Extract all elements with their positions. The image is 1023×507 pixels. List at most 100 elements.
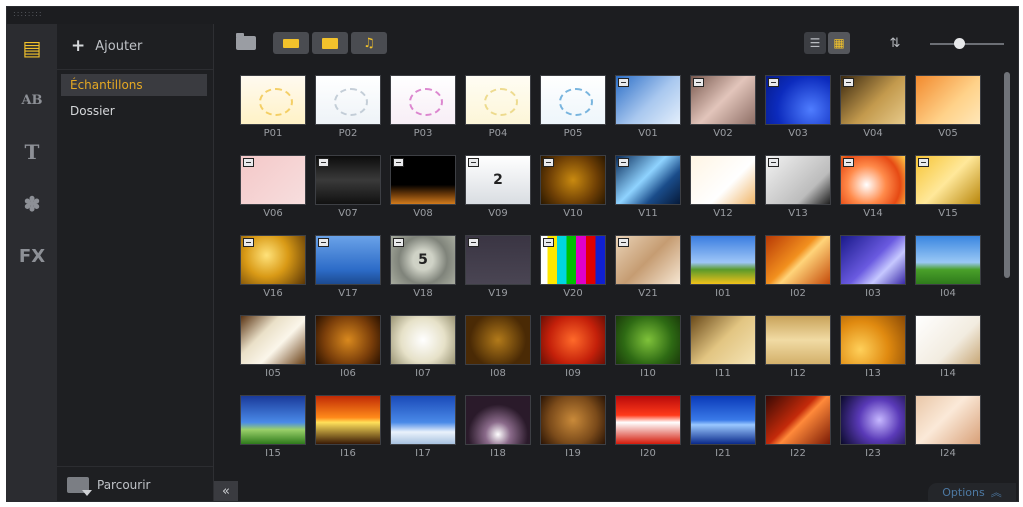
media-thumbnail[interactable]: V14 <box>840 155 906 229</box>
thumbnail-label: V09 <box>488 208 508 219</box>
options-button[interactable]: Options ︽ <box>928 483 1016 501</box>
media-thumbnail[interactable]: P02 <box>315 75 381 149</box>
media-thumbnail[interactable]: I23 <box>840 395 906 469</box>
media-thumbnail[interactable]: V11 <box>615 155 681 229</box>
media-library-icon[interactable]: ▤ <box>16 32 48 64</box>
thumbnail-image <box>690 395 756 445</box>
media-thumbnail[interactable]: I16 <box>315 395 381 469</box>
media-thumbnail[interactable]: I20 <box>615 395 681 469</box>
media-thumbnail[interactable]: I05 <box>240 315 306 389</box>
browse-button[interactable]: Parcourir <box>67 477 150 496</box>
media-thumbnail[interactable]: I18 <box>465 395 531 469</box>
thumbnail-image <box>615 155 681 205</box>
music-icon: ♫ <box>363 35 375 51</box>
video-clip-icon <box>543 158 554 167</box>
media-thumbnail[interactable]: I03 <box>840 235 906 309</box>
thumbnail-label: I18 <box>490 448 506 459</box>
media-thumbnail[interactable]: P01 <box>240 75 306 149</box>
expand-up-icon: ︽ <box>990 486 1002 499</box>
thumbnail-image <box>240 235 306 285</box>
thumbnail-image <box>765 315 831 365</box>
show-video-button[interactable] <box>273 32 309 54</box>
media-thumbnail[interactable]: I13 <box>840 315 906 389</box>
media-thumbnail[interactable]: P05 <box>540 75 606 149</box>
library-item-dossier[interactable]: Dossier <box>61 100 207 122</box>
media-thumbnail[interactable]: I06 <box>315 315 381 389</box>
media-thumbnail[interactable]: I17 <box>390 395 456 469</box>
thumbnail-label: I05 <box>265 368 281 379</box>
add-button[interactable]: + Ajouter <box>71 38 142 55</box>
transition-icon[interactable]: AB <box>16 84 48 116</box>
media-thumbnail[interactable]: I24 <box>915 395 981 469</box>
media-thumbnail[interactable]: V20 <box>540 235 606 309</box>
media-thumbnail[interactable]: I22 <box>765 395 831 469</box>
thumbnail-sketch <box>334 88 368 116</box>
media-thumbnail[interactable]: 2 V09 <box>465 155 531 229</box>
media-thumbnail[interactable]: I08 <box>465 315 531 389</box>
media-thumbnail[interactable]: P04 <box>465 75 531 149</box>
thumbnail-image <box>315 315 381 365</box>
media-thumbnail[interactable]: I21 <box>690 395 756 469</box>
list-view-icon[interactable]: ☰ <box>804 32 826 54</box>
media-thumbnail[interactable]: I15 <box>240 395 306 469</box>
zoom-slider[interactable] <box>930 38 1004 49</box>
thumbnail-image <box>840 75 906 125</box>
media-thumbnail[interactable]: V06 <box>240 155 306 229</box>
media-thumbnail[interactable]: V19 <box>465 235 531 309</box>
thumbnail-image <box>765 395 831 445</box>
media-thumbnail[interactable]: I14 <box>915 315 981 389</box>
window-grip[interactable]: :::::::: <box>13 9 43 18</box>
thumbnail-label: V05 <box>938 128 958 139</box>
thumbnail-label: P02 <box>338 128 358 139</box>
filter-icon[interactable]: FX <box>16 240 48 272</box>
media-thumbnail[interactable]: V04 <box>840 75 906 149</box>
media-thumbnail[interactable]: V13 <box>765 155 831 229</box>
collapse-panel-button[interactable]: « <box>214 481 238 501</box>
media-thumbnail[interactable]: V12 <box>690 155 756 229</box>
thumbnail-image <box>465 315 531 365</box>
thumbnail-image <box>915 75 981 125</box>
scrollbar[interactable] <box>1004 72 1010 472</box>
media-thumbnail[interactable]: I19 <box>540 395 606 469</box>
thumbnail-image <box>690 315 756 365</box>
thumbnail-image <box>690 75 756 125</box>
media-thumbnail[interactable]: V08 <box>390 155 456 229</box>
media-thumbnail[interactable]: I10 <box>615 315 681 389</box>
media-thumbnail[interactable]: V15 <box>915 155 981 229</box>
thumbnail-image <box>615 315 681 365</box>
media-thumbnail[interactable]: V16 <box>240 235 306 309</box>
media-thumbnail[interactable]: I04 <box>915 235 981 309</box>
media-thumbnail[interactable]: I11 <box>690 315 756 389</box>
show-audio-button[interactable]: ♫ <box>351 32 387 54</box>
media-thumbnail[interactable]: I12 <box>765 315 831 389</box>
media-thumbnail[interactable]: I01 <box>690 235 756 309</box>
media-thumbnail[interactable]: V05 <box>915 75 981 149</box>
graphics-icon[interactable]: ✽ <box>16 188 48 220</box>
media-thumbnail[interactable]: I02 <box>765 235 831 309</box>
media-thumbnail[interactable]: I09 <box>540 315 606 389</box>
thumbnail-label: V20 <box>563 288 583 299</box>
media-thumbnail[interactable]: I07 <box>390 315 456 389</box>
thumbnail-image <box>465 75 531 125</box>
show-photo-button[interactable] <box>312 32 348 54</box>
thumbnail-view-icon[interactable]: ▦ <box>828 32 850 54</box>
sort-icon[interactable]: ⇅ <box>884 33 906 53</box>
thumbnail-image <box>840 235 906 285</box>
media-thumbnail[interactable]: P03 <box>390 75 456 149</box>
media-thumbnail[interactable]: V17 <box>315 235 381 309</box>
media-thumbnail[interactable]: V21 <box>615 235 681 309</box>
video-clip-icon <box>318 158 329 167</box>
library-item-echantillons[interactable]: Échantillons <box>61 74 207 96</box>
media-thumbnail[interactable]: V03 <box>765 75 831 149</box>
thumbnail-label: V15 <box>938 208 958 219</box>
scrollbar-thumb[interactable] <box>1004 72 1010 278</box>
zoom-slider-knob[interactable] <box>954 38 966 49</box>
media-thumbnail[interactable]: V10 <box>540 155 606 229</box>
media-thumbnail[interactable]: V07 <box>315 155 381 229</box>
folder-icon[interactable] <box>236 33 256 50</box>
title-icon[interactable]: T <box>16 136 48 168</box>
media-thumbnail[interactable]: V02 <box>690 75 756 149</box>
media-thumbnail[interactable]: 5 V18 <box>390 235 456 309</box>
thumbnail-text: 5 <box>418 252 428 268</box>
media-thumbnail[interactable]: V01 <box>615 75 681 149</box>
